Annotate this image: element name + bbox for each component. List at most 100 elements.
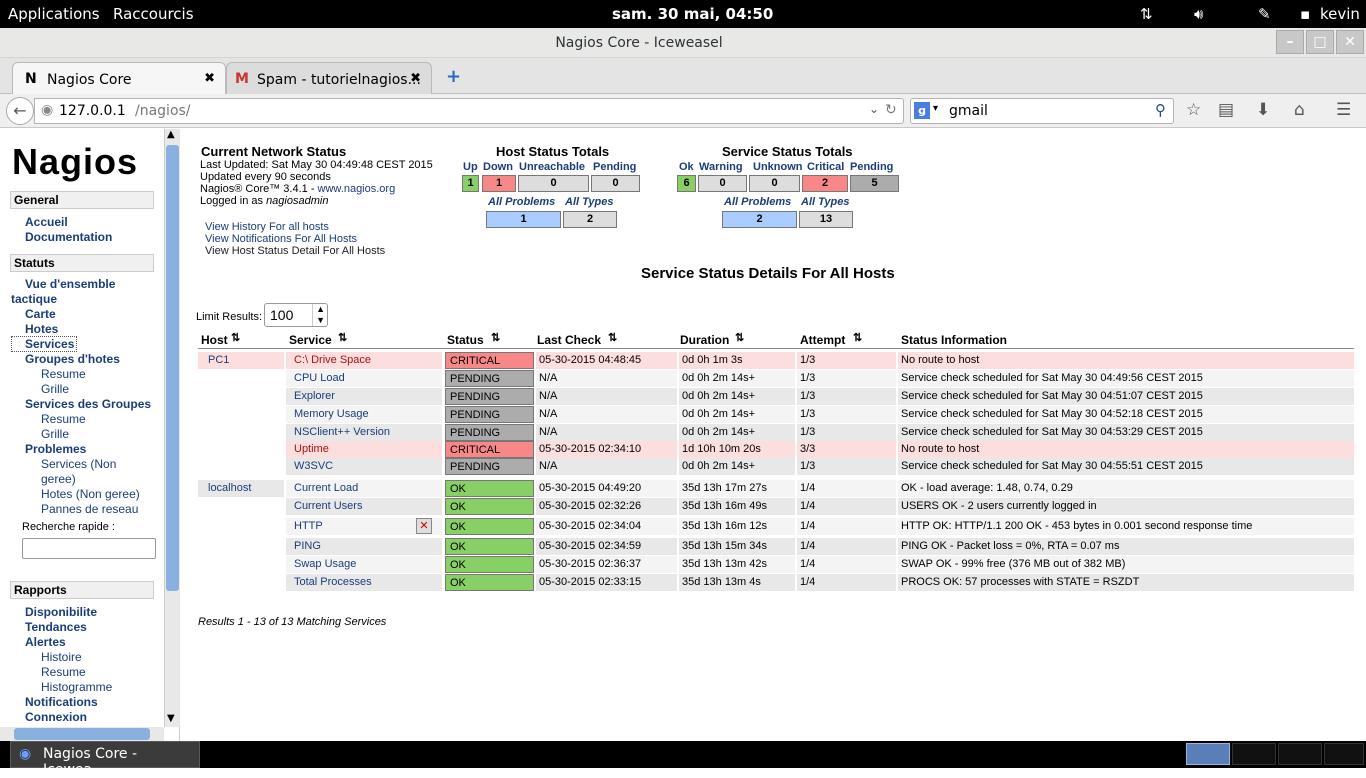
service-link[interactable]: Current Load (286, 480, 442, 497)
link-problemes[interactable]: Problemes (25, 442, 86, 456)
svc-warning-label[interactable]: Warning (699, 161, 743, 173)
host-unreachable-label[interactable]: Unreachable (519, 161, 585, 173)
svc-all-types-count[interactable]: 13 (799, 211, 853, 228)
chevron-down-icon[interactable]: ▾ (933, 103, 938, 114)
svc-unknown-count[interactable]: 0 (749, 175, 800, 192)
link-notifications-all[interactable]: View Notifications For All Hosts (205, 233, 357, 245)
chat-icon[interactable]: ▪ (1300, 5, 1310, 23)
link-prob-hotes[interactable]: Hotes (Non geree) (41, 487, 140, 501)
svc-ok-count[interactable]: 6 (677, 175, 696, 192)
link-prob-services[interactable]: Services (Non (41, 457, 116, 471)
host-link[interactable] (198, 424, 284, 441)
svc-pending-label[interactable]: Pending (850, 161, 893, 173)
network-icon[interactable]: ⇅ (1140, 5, 1153, 23)
service-link[interactable]: C:\ Drive Space (286, 352, 442, 369)
home-icon[interactable]: ⌂ (1294, 100, 1305, 120)
close-window-button[interactable]: ✕ (1336, 30, 1364, 54)
taskbar-item-iceweasel[interactable]: ◉ Nagios Core - Icewea... (10, 741, 200, 778)
scrollbar-thumb[interactable] (166, 145, 179, 591)
back-button[interactable]: ← (6, 97, 34, 125)
workspace-2[interactable] (1232, 743, 1276, 765)
non-geree-hotes-link[interactable]: Non geree (80, 487, 136, 501)
reload-icon[interactable]: ↻ (885, 102, 897, 118)
link-resume-hg[interactable]: Resume (41, 367, 86, 381)
prob-services-label[interactable]: Services (41, 457, 87, 471)
non-geree-link-2[interactable]: geree (41, 472, 72, 486)
host-link[interactable]: localhost (198, 480, 284, 497)
link-grille-hg[interactable]: Grille (41, 382, 69, 396)
reading-list-icon[interactable]: ▤ (1218, 100, 1234, 120)
service-link[interactable]: Current Users (286, 498, 442, 515)
hscroll-thumb[interactable] (14, 728, 150, 740)
quick-search-input[interactable] (22, 538, 156, 559)
svc-ok-label[interactable]: Ok (679, 161, 694, 173)
raccourcis-menu[interactable]: Raccourcis (113, 5, 194, 23)
service-link[interactable]: Explorer (286, 388, 442, 405)
close-tab-icon[interactable]: ✖ (204, 71, 215, 86)
link-disponibilite[interactable]: Disponibilite (25, 605, 97, 619)
service-link[interactable]: Total Processes (286, 574, 442, 591)
link-histoire[interactable]: Histoire (41, 650, 82, 664)
search-input[interactable]: gmail (949, 103, 988, 119)
svc-critical-count[interactable]: 2 (802, 175, 848, 192)
link-services-groupes[interactable]: Services des Groupes (25, 397, 151, 411)
link-tendances[interactable]: Tendances (25, 620, 87, 634)
link-resume-sg[interactable]: Resume (41, 412, 86, 426)
link-groupes-hotes[interactable]: Groupes d'hotes (25, 352, 120, 366)
link-alertes[interactable]: Alertes (25, 635, 66, 649)
host-up-count[interactable]: 1 (462, 175, 479, 192)
workspace-1[interactable] (1186, 743, 1230, 765)
link-hotes[interactable]: Hotes (25, 322, 58, 336)
host-all-problems-count[interactable]: 1 (486, 211, 561, 228)
notifications-disabled-icon[interactable]: ✕ (416, 518, 432, 534)
svc-critical-label[interactable]: Critical (807, 161, 844, 173)
sort-service-icon[interactable]: ⇅ (338, 331, 347, 344)
google-icon[interactable]: g (914, 102, 930, 119)
host-link[interactable]: PC1 (198, 352, 284, 369)
link-vue-ensemble[interactable]: Vue d'ensemble (25, 277, 115, 291)
service-link[interactable]: W3SVC (286, 458, 442, 475)
sort-attempt-icon[interactable]: ⇅ (853, 331, 862, 344)
link-notifications[interactable]: Notifications (25, 695, 98, 709)
sort-host-icon[interactable]: ⇅ (231, 331, 240, 344)
user-menu[interactable]: kevin (1320, 5, 1360, 23)
host-all-problems-label[interactable]: All Problems (488, 196, 555, 208)
svc-all-types-label[interactable]: All Types (801, 196, 850, 208)
service-link[interactable]: Memory Usage (286, 406, 442, 423)
host-link[interactable] (198, 388, 284, 405)
link-accueil[interactable]: Accueil (25, 215, 68, 229)
host-link[interactable] (198, 406, 284, 423)
tab-gmail[interactable]: M Spam - tutorielnagios... ✖ (226, 62, 432, 94)
link-history-all[interactable]: View History For all hosts (205, 221, 329, 233)
host-link[interactable] (198, 498, 284, 515)
host-link[interactable] (198, 441, 284, 458)
link-grille-sg[interactable]: Grille (41, 427, 69, 441)
search-icon[interactable]: ⚲ (1155, 101, 1166, 119)
host-pending-count[interactable]: 0 (591, 175, 640, 192)
link-histogramme[interactable]: Histogramme (41, 680, 112, 694)
scroll-up-icon[interactable]: ▲ (167, 129, 175, 140)
host-link[interactable] (198, 518, 284, 535)
tab-nagios[interactable]: N Nagios Core ✖ (12, 62, 226, 94)
host-down-label[interactable]: Down (483, 161, 513, 173)
svc-warning-count[interactable]: 0 (698, 175, 747, 192)
limit-select[interactable]: 100 ▲ ▼ (264, 303, 328, 327)
scroll-down-icon[interactable]: ▼ (167, 713, 175, 724)
service-link[interactable]: CPU Load (286, 370, 442, 387)
link-prob-services-cont[interactable]: geree) (41, 472, 76, 486)
link-vue-tactique[interactable]: tactique (11, 292, 57, 306)
non-geree-link[interactable]: Non (94, 457, 116, 471)
prob-hotes-label[interactable]: Hotes (41, 487, 72, 501)
host-up-label[interactable]: Up (463, 161, 478, 173)
service-link[interactable]: Swap Usage (286, 556, 442, 573)
clock[interactable]: sam. 30 mai, 04:50 (612, 5, 773, 23)
host-all-types-count[interactable]: 2 (563, 211, 617, 228)
service-link[interactable]: PING (286, 538, 442, 555)
maximize-button[interactable]: □ (1306, 30, 1334, 54)
svc-unknown-label[interactable]: Unknown (753, 161, 803, 173)
menu-icon[interactable]: ☰ (1336, 100, 1351, 120)
nagios-site-link[interactable]: www.nagios.org (318, 183, 396, 195)
link-carte[interactable]: Carte (25, 307, 56, 321)
applications-menu[interactable]: Applications (8, 5, 100, 23)
new-tab-icon[interactable]: + (446, 66, 461, 87)
